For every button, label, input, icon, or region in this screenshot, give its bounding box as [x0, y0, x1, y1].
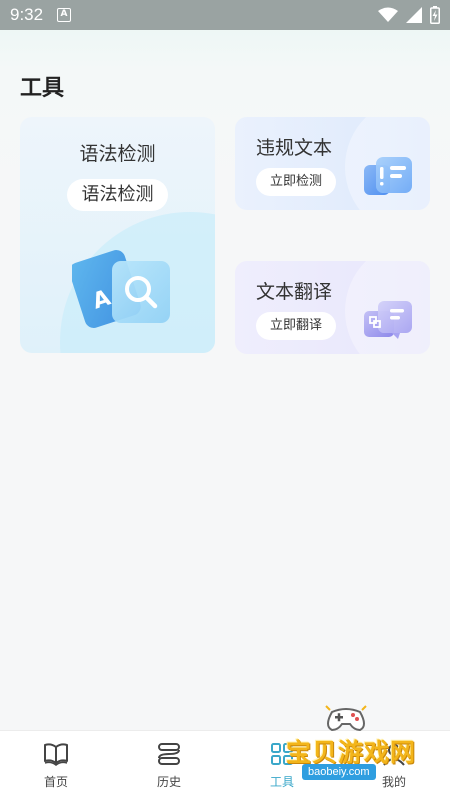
wifi-icon — [378, 7, 398, 22]
violation-card-title: 违规文本 — [256, 137, 333, 159]
nav-item-history[interactable]: 历史 — [139, 741, 199, 790]
nav-item-profile[interactable]: 我的 — [364, 741, 424, 790]
violation-text-icon — [364, 157, 412, 195]
nav-label-home: 首页 — [43, 775, 68, 789]
nav-label-profile: 我的 — [381, 775, 406, 789]
nav-label-tools: 工具 — [269, 775, 294, 789]
bottom-nav: 首页 历史 工具 我的 — [0, 730, 450, 800]
grammar-search-icon: A — [72, 250, 170, 328]
nav-label-history: 历史 — [156, 775, 181, 789]
page-title: 工具 — [20, 76, 65, 101]
nav-item-home[interactable]: 首页 — [26, 741, 86, 790]
profile-icon — [383, 744, 405, 766]
nav-item-tools[interactable]: 工具 — [252, 741, 312, 790]
a-badge-icon: A — [57, 8, 71, 22]
translate-card[interactable]: 文本翻译 立即翻译 — [235, 261, 430, 354]
translate-button[interactable]: 立即翻译 — [256, 312, 336, 340]
grammar-check-button[interactable]: 语法检测 — [67, 179, 168, 211]
grammar-check-card[interactable]: 语法检测 语法检测 A — [20, 117, 215, 353]
battery-charging-icon — [430, 6, 440, 24]
translate-icon — [364, 301, 412, 339]
status-bar: 9:32 A — [0, 0, 450, 30]
tools-icon — [271, 743, 293, 765]
history-icon — [158, 743, 180, 765]
signal-icon — [406, 7, 422, 23]
status-icons — [378, 6, 440, 24]
status-time: 9:32 — [10, 5, 44, 24]
translate-card-title: 文本翻译 — [256, 281, 333, 303]
violation-text-card[interactable]: 违规文本 立即检测 — [235, 117, 430, 210]
violation-check-button[interactable]: 立即检测 — [256, 168, 336, 196]
grammar-card-title: 语法检测 — [79, 143, 156, 165]
book-icon — [44, 743, 68, 767]
